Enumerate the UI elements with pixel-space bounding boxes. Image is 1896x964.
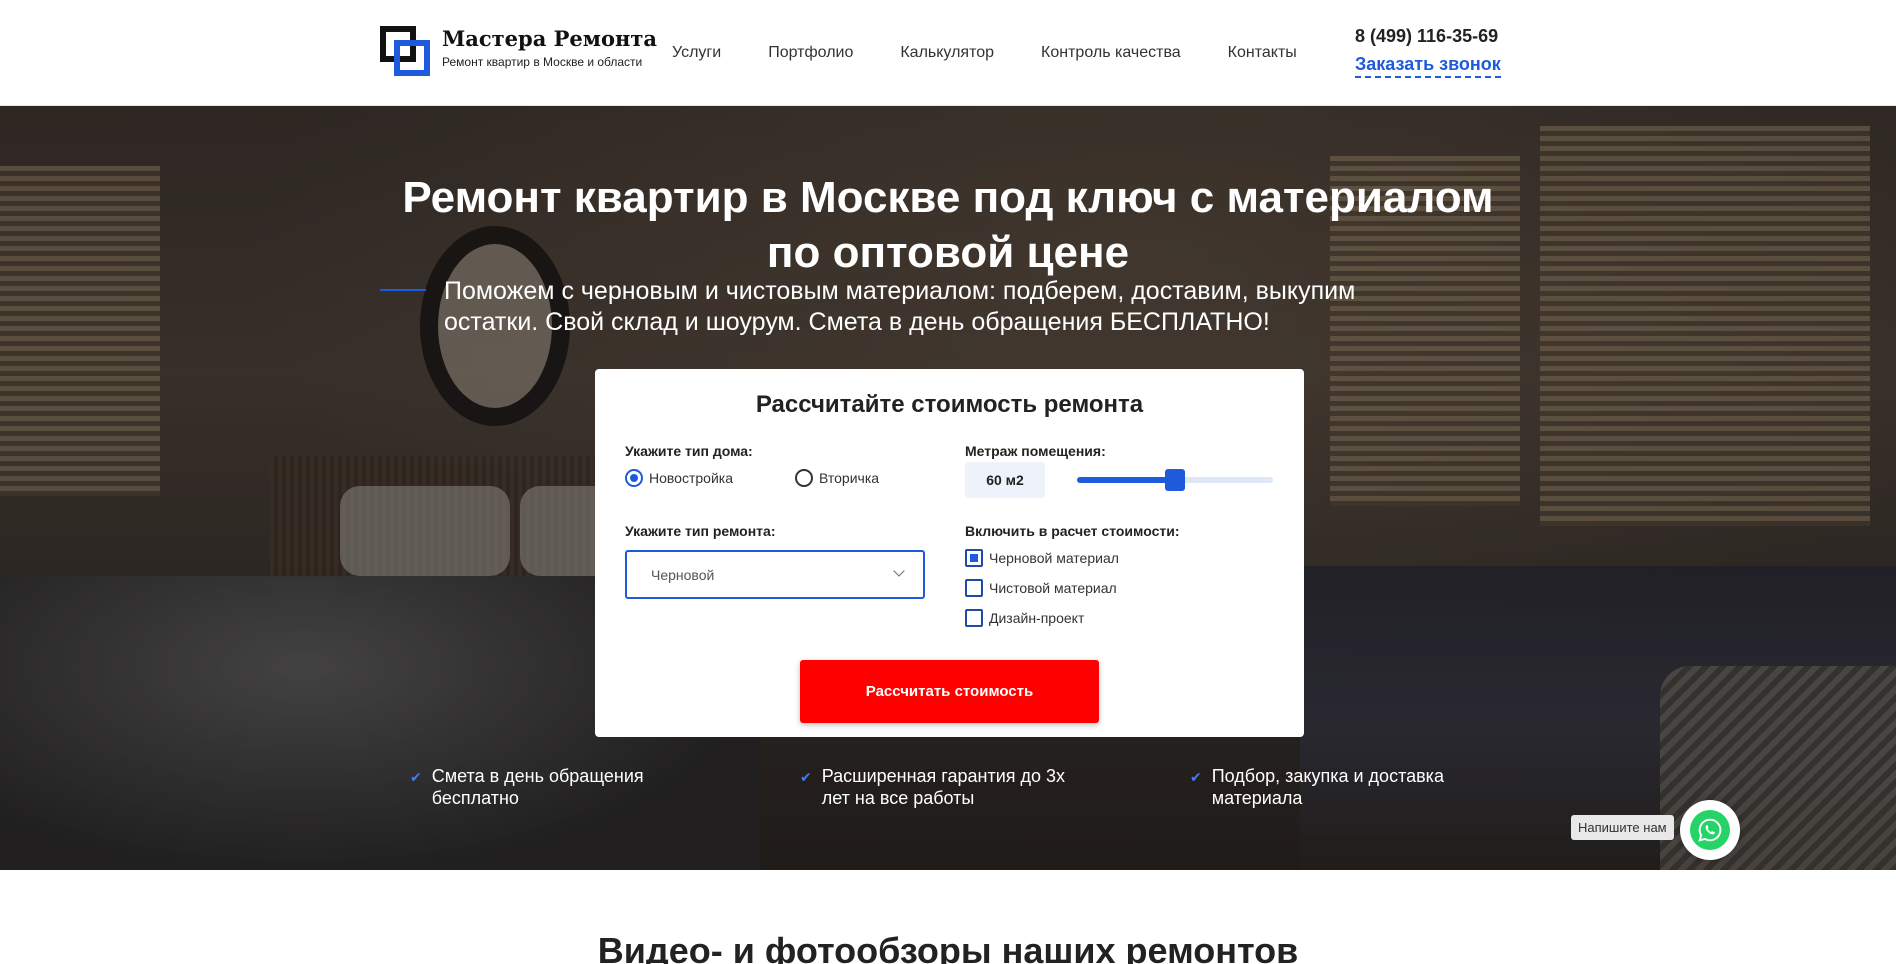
area-label: Метраж помещения: (965, 443, 1106, 459)
checkbox-design-project[interactable]: Дизайн-проект (965, 609, 1084, 627)
whatsapp-icon (1690, 810, 1730, 850)
nav-item-quality[interactable]: Контроль качества (1041, 44, 1181, 62)
hero-subtitle-line: остатки. Свой склад и шоурум. Смета в де… (444, 308, 1270, 336)
site-header: Мастера Ремонта Ремонт квартир в Москве … (0, 0, 1896, 106)
phone-number[interactable]: 8 (499) 116-35-69 (1355, 26, 1498, 47)
callback-link[interactable]: Заказать звонок (1355, 54, 1501, 78)
radio-label: Новостройка (649, 470, 733, 486)
nav-item-contacts[interactable]: Контакты (1228, 44, 1297, 62)
check-icon: ✔ (800, 769, 812, 785)
feature-item: ✔ Расширенная гарантия до 3х лет на все … (800, 765, 1065, 809)
hero-subtitle: Поможем с черновым и чистовым материалом… (444, 276, 1444, 338)
nav-item-calculator[interactable]: Калькулятор (900, 44, 994, 62)
check-icon: ✔ (410, 769, 422, 785)
hero-section: Ремонт квартир в Москве под ключ с матер… (0, 106, 1896, 870)
checkbox-label: Дизайн-проект (989, 610, 1085, 626)
feature-item: ✔ Подбор, закупка и доставка материала (1190, 765, 1444, 809)
logo-mark-icon (380, 26, 432, 76)
feature-item: ✔ Смета в день обращения бесплатно (410, 765, 644, 809)
checkbox-box (965, 549, 983, 567)
include-label: Включить в расчет стоимости: (965, 523, 1180, 539)
hero-title-line: Ремонт квартир в Москве под ключ с матер… (402, 173, 1494, 222)
house-type-label: Укажите тип дома: (625, 443, 753, 459)
feature-text: Расширенная гарантия до 3х (821, 766, 1066, 786)
main-nav: Услуги Портфолио Калькулятор Контроль ка… (672, 44, 1344, 62)
radio-dot (795, 469, 813, 487)
feature-text: Смета в день обращения (431, 766, 644, 786)
whatsapp-button[interactable] (1680, 800, 1740, 860)
checkbox-box (965, 579, 983, 597)
repair-type-select[interactable]: Черновой (625, 550, 925, 599)
nav-item-portfolio[interactable]: Портфолио (768, 44, 853, 62)
radio-dot (625, 469, 643, 487)
area-value[interactable]: 60 м2 (965, 462, 1045, 498)
hero-title-line: по оптовой цене (766, 228, 1130, 277)
chevron-down-icon (893, 565, 905, 577)
whatsapp-label[interactable]: Напишите нам (1571, 815, 1674, 840)
checkbox-rough-material[interactable]: Черновой материал (965, 549, 1119, 567)
slider-fill (1077, 477, 1175, 483)
calculator-title: Рассчитайте стоимость ремонта (755, 391, 1144, 418)
area-slider[interactable] (1077, 469, 1273, 491)
hero-accent-line (380, 289, 426, 291)
section-title: Видео- и фотообзоры наших ремонтов (597, 930, 1299, 964)
checkbox-finish-material[interactable]: Чистовой материал (965, 579, 1117, 597)
feature-text: материала (1211, 788, 1303, 808)
check-icon: ✔ (1190, 769, 1202, 785)
feature-text: Подбор, закупка и доставка (1211, 766, 1444, 786)
select-value: Черновой (651, 566, 715, 583)
repair-type-label: Укажите тип ремонта: (625, 523, 776, 539)
logo[interactable]: Мастера Ремонта Ремонт квартир в Москве … (380, 26, 657, 76)
checkbox-label: Черновой материал (989, 550, 1119, 566)
brand-name: Мастера Ремонта (442, 26, 658, 51)
calculator-card: Рассчитайте стоимость ремонта Укажите ти… (595, 369, 1304, 737)
slider-thumb[interactable] (1165, 469, 1185, 491)
brand-tagline: Ремонт квартир в Москве и области (442, 55, 643, 69)
nav-item-services[interactable]: Услуги (672, 44, 721, 62)
radio-new-building[interactable]: Новостройка (625, 469, 733, 487)
hero-title: Ремонт квартир в Москве под ключ с матер… (0, 170, 1896, 280)
hero-subtitle-line: Поможем с черновым и чистовым материалом… (444, 277, 1356, 305)
calculate-button[interactable]: Рассчитать стоимость (800, 660, 1099, 723)
checkbox-box (965, 609, 983, 627)
feature-text: бесплатно (431, 788, 519, 808)
radio-label: Вторичка (819, 470, 880, 486)
feature-text: лет на все работы (821, 788, 975, 808)
radio-secondary[interactable]: Вторичка (795, 469, 879, 487)
checkbox-label: Чистовой материал (989, 580, 1117, 596)
